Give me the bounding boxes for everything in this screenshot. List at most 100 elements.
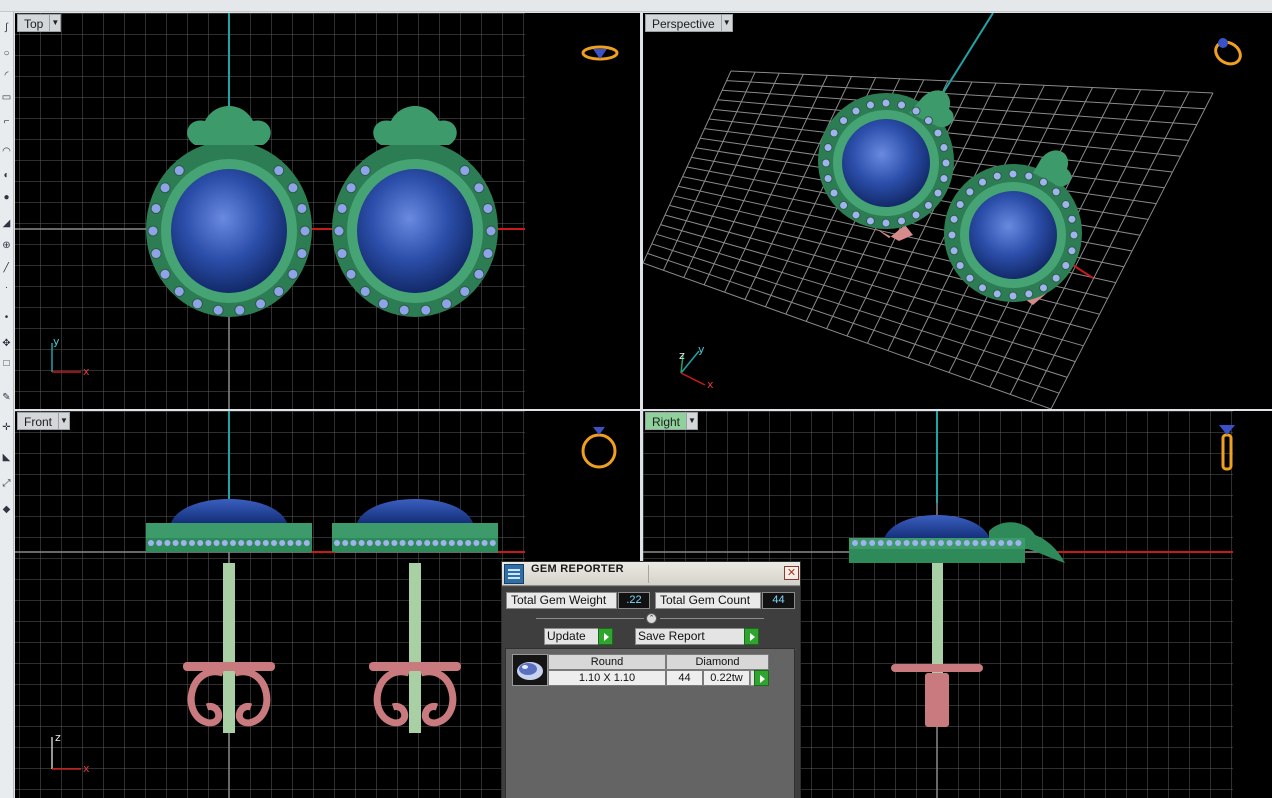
titlebar-separator — [648, 565, 649, 583]
halo-gem — [823, 174, 833, 184]
tool-surface-icon[interactable]: ◐ — [1, 170, 12, 181]
gem-size-cell: 1.10 X 1.10 — [548, 670, 666, 686]
dialog-body: Total Gem Weight .22 Total Gem Count 44 … — [502, 587, 800, 798]
viewport-perspective[interactable]: z y x Perspective ▼ — [643, 13, 1272, 409]
halo-gem — [377, 298, 389, 310]
chevron-down-icon[interactable]: ▼ — [58, 412, 71, 430]
halo-gem — [839, 200, 849, 210]
collapse-icon[interactable]: ⌃ — [646, 613, 657, 624]
tool-scale-icon[interactable]: ⤢ — [1, 478, 12, 489]
halo-gem — [897, 100, 907, 110]
tool-rect-icon[interactable]: ▭ — [1, 92, 12, 103]
halo-gem — [963, 540, 970, 546]
dialog-title: GEM REPORTER — [531, 563, 624, 575]
halo-gem — [939, 174, 949, 184]
tool-sphere-icon[interactable]: ● — [1, 192, 12, 203]
tool-line-icon[interactable]: ╱ — [1, 262, 12, 273]
axis-label-x: x — [707, 378, 714, 391]
gem-thumbnail[interactable] — [512, 654, 548, 686]
halo-gem — [929, 540, 936, 546]
save-report-button-label: Save Report — [638, 629, 705, 643]
tool-extrude-icon[interactable]: ◢ — [1, 218, 12, 229]
earring-left-perspective — [818, 90, 954, 241]
halo-gem — [1051, 273, 1061, 283]
tool-mirror-icon[interactable]: ◣ — [1, 452, 12, 463]
tool-dot-icon[interactable]: • — [1, 312, 12, 323]
divider-right — [660, 618, 764, 619]
update-button[interactable]: Update — [544, 628, 613, 645]
viewport-name[interactable]: Front — [17, 412, 59, 430]
halo-gem — [1024, 171, 1034, 181]
tool-box-icon[interactable]: □ — [1, 358, 12, 369]
halo-gem — [473, 182, 485, 194]
halo-gem — [359, 285, 371, 297]
halo-gem — [1061, 261, 1071, 270]
tool-curve-icon[interactable]: ∫ — [1, 22, 12, 33]
tool-fillet-icon[interactable]: ◠ — [1, 146, 12, 157]
go-arrow-icon[interactable] — [754, 670, 769, 686]
gem-reporter-icon — [504, 564, 524, 584]
halo-gem — [287, 182, 299, 194]
viewport-label-front[interactable]: Front ▼ — [17, 412, 71, 430]
ring-widget-icon[interactable] — [581, 45, 619, 61]
halo-gem — [981, 540, 987, 546]
halo-gem — [296, 202, 308, 214]
close-icon[interactable]: ✕ — [784, 566, 799, 580]
dialog-titlebar[interactable]: GEM REPORTER ✕ — [502, 562, 800, 586]
gem-row-go-button[interactable] — [750, 670, 769, 686]
chevron-down-icon[interactable]: ▼ — [720, 14, 733, 32]
viewport-name[interactable]: Perspective — [645, 14, 721, 32]
oval-gem-icon — [517, 662, 543, 680]
tool-edit-icon[interactable]: ✎ — [1, 392, 12, 403]
halo-gem — [881, 98, 891, 108]
halo-gem — [147, 225, 159, 237]
chevron-down-icon[interactable]: ▼ — [686, 412, 699, 430]
halo-gem — [234, 304, 246, 316]
halo-gem — [829, 188, 839, 198]
save-report-button[interactable]: Save Report — [635, 628, 759, 645]
top-toolbar-strip — [0, 0, 1272, 12]
tool-move-icon[interactable]: ✥ — [1, 338, 12, 349]
go-arrow-icon[interactable] — [744, 628, 759, 645]
halo-gem — [459, 285, 471, 297]
tool-circle-icon[interactable]: ○ — [1, 48, 12, 59]
halo-gem — [482, 202, 494, 214]
halo-gem — [897, 216, 907, 226]
halo-gem — [1061, 200, 1071, 209]
viewport-name[interactable]: Top — [17, 14, 50, 32]
halo-gem — [851, 210, 861, 220]
tool-boolean-icon[interactable]: ⊕ — [1, 240, 12, 251]
viewport-name[interactable]: Right — [645, 412, 687, 430]
halo-gem — [159, 268, 171, 280]
gem-list-panel: Round Diamond 1.10 X 1.10 44 0.22tw — [505, 648, 795, 798]
left-toolbar: ∫ ○ ◜ ▭ ⌐ ◠ ◐ ● ◢ ⊕ ╱ · • ✥ □ ✎ ✛ ◣ ⤢ ◆ — [0, 12, 14, 798]
tool-arc-icon[interactable]: ◜ — [1, 70, 12, 81]
chevron-down-icon[interactable]: ▼ — [49, 14, 62, 32]
halo-gem — [398, 304, 410, 316]
halo-gem — [359, 165, 371, 177]
halo-gem — [336, 202, 348, 214]
ring-widget-icon[interactable] — [581, 427, 617, 469]
viewport-top[interactable]: y x Top ▼ — [15, 13, 640, 409]
halo-gem — [972, 540, 979, 546]
tool-point-icon[interactable]: · — [1, 282, 12, 293]
halo-gem — [473, 268, 485, 280]
halo-gem — [345, 268, 357, 280]
tool-polyline-icon[interactable]: ⌐ — [1, 116, 12, 127]
viewport-label-perspective[interactable]: Perspective ▼ — [645, 14, 733, 32]
halo-gem — [955, 261, 965, 270]
ring-widget-icon[interactable] — [1212, 38, 1245, 68]
halo-gem — [173, 285, 185, 297]
halo-gem — [287, 268, 299, 280]
tool-render-icon[interactable]: ◆ — [1, 504, 12, 515]
halo-gem — [949, 214, 959, 224]
viewport-label-top[interactable]: Top ▼ — [17, 14, 62, 32]
halo-gem — [852, 540, 858, 546]
go-arrow-icon[interactable] — [598, 628, 613, 645]
viewport-label-right[interactable]: Right ▼ — [645, 412, 699, 430]
halo-gem — [1067, 246, 1077, 256]
halo-gem — [821, 158, 831, 168]
halo-gem — [933, 128, 943, 138]
halo-gem — [923, 200, 933, 210]
tool-gumball-icon[interactable]: ✛ — [1, 422, 12, 433]
